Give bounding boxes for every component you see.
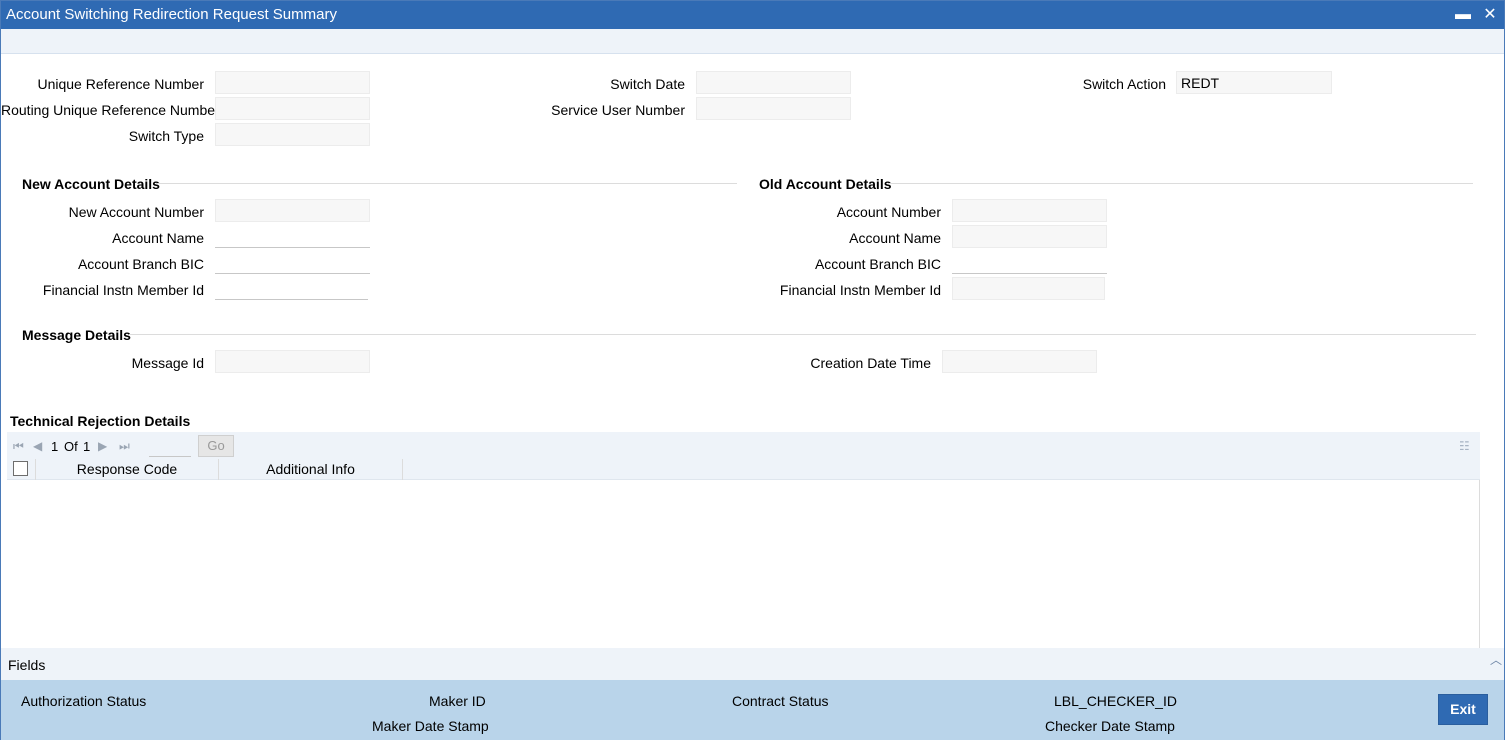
main-window: Account Switching Redirection Request Su…	[0, 0, 1505, 740]
chevron-up-icon[interactable]: ︿	[1490, 651, 1502, 668]
rejection-section-title: Technical Rejection Details	[10, 413, 191, 429]
new-account-number-label: New Account Number	[68, 204, 204, 220]
switch-date-field[interactable]	[696, 71, 851, 94]
audit-footer: Authorization Status Maker ID Maker Date…	[1, 680, 1504, 740]
message-divider	[129, 334, 1476, 335]
new-account-branch-bic-field[interactable]	[215, 251, 370, 274]
old-account-section-title: Old Account Details	[759, 176, 892, 192]
new-account-name-field[interactable]	[215, 225, 370, 248]
switch-type-field[interactable]	[215, 123, 370, 146]
checker-id-label: LBL_CHECKER_ID	[1054, 693, 1177, 709]
total-pages: 1	[83, 439, 91, 454]
old-account-branch-bic-field[interactable]	[952, 251, 1107, 274]
switch-action-field[interactable]: REDT	[1176, 71, 1332, 94]
new-account-section-title: New Account Details	[22, 176, 160, 192]
switch-type-label: Switch Type	[128, 128, 204, 144]
switch-action-label: Switch Action	[1082, 76, 1166, 92]
first-page-icon[interactable]: ⏮	[13, 439, 24, 454]
checker-date-stamp-label: Checker Date Stamp	[1045, 718, 1175, 734]
new-account-divider	[156, 183, 737, 184]
message-id-label: Message Id	[131, 355, 204, 371]
rejection-grid: ⏮ ◀ 1 Of 1 ▶ ⏭ Go ☷ Response Code Additi…	[7, 432, 1480, 648]
new-member-id-field[interactable]	[215, 277, 368, 300]
new-account-name-label: Account Name	[112, 230, 204, 246]
grid-pager: ⏮ ◀ 1 Of 1 ▶ ⏭ Go ☷	[7, 432, 1480, 459]
window-title: Account Switching Redirection Request Su…	[6, 6, 337, 23]
old-account-name-label: Account Name	[849, 230, 941, 246]
authorization-status-label: Authorization Status	[21, 693, 147, 709]
unique-reference-number-field[interactable]	[215, 71, 370, 94]
message-id-field[interactable]	[215, 350, 370, 373]
contract-status-label: Contract Status	[732, 693, 829, 709]
maker-id-label: Maker ID	[429, 693, 486, 709]
old-account-divider	[888, 183, 1473, 184]
new-account-number-field[interactable]	[215, 199, 370, 222]
go-button[interactable]: Go	[198, 435, 234, 457]
grid-header: Response Code Additional Info	[7, 459, 1480, 480]
service-user-number-field[interactable]	[696, 97, 851, 120]
next-page-icon[interactable]: ▶	[98, 439, 107, 453]
minimize-icon[interactable]: ▬	[1453, 5, 1473, 25]
current-page: 1	[51, 439, 59, 454]
toolbar-strip	[1, 29, 1504, 54]
close-icon[interactable]: ✕	[1480, 5, 1500, 25]
creation-date-time-field[interactable]	[942, 350, 1097, 373]
old-member-id-field[interactable]	[952, 277, 1105, 300]
new-account-branch-bic-label: Account Branch BIC	[77, 256, 204, 272]
old-account-branch-bic-label: Account Branch BIC	[814, 256, 941, 272]
fields-label[interactable]: Fields	[8, 657, 45, 673]
title-bar: Account Switching Redirection Request Su…	[1, 1, 1504, 29]
column-settings-icon[interactable]: ☷	[1459, 439, 1470, 453]
select-all-checkbox[interactable]	[13, 461, 28, 476]
previous-page-icon[interactable]: ◀	[33, 439, 42, 453]
new-member-id-label: Financial Instn Member Id	[42, 282, 204, 298]
message-section-title: Message Details	[22, 327, 131, 343]
page-number-input[interactable]	[149, 435, 191, 457]
creation-date-time-label: Creation Date Time	[810, 355, 931, 371]
page-of-label: Of	[64, 439, 78, 454]
fields-bar: Fields ︿	[1, 648, 1504, 680]
routing-unique-reference-number-label: Routing Unique Reference Number	[1, 102, 220, 118]
exit-button[interactable]: Exit	[1438, 694, 1488, 725]
unique-reference-number-label: Unique Reference Number	[37, 76, 204, 92]
maker-date-stamp-label: Maker Date Stamp	[372, 718, 489, 734]
column-additional-info[interactable]: Additional Info	[219, 459, 403, 480]
service-user-number-label: Service User Number	[551, 102, 685, 118]
old-account-number-field[interactable]	[952, 199, 1107, 222]
switch-date-label: Switch Date	[610, 76, 685, 92]
old-member-id-label: Financial Instn Member Id	[779, 282, 941, 298]
routing-unique-reference-number-field[interactable]	[215, 97, 370, 120]
old-account-name-field[interactable]	[952, 225, 1107, 248]
old-account-number-label: Account Number	[836, 204, 941, 220]
column-response-code[interactable]: Response Code	[36, 459, 219, 480]
last-page-icon[interactable]: ⏭	[119, 439, 130, 454]
